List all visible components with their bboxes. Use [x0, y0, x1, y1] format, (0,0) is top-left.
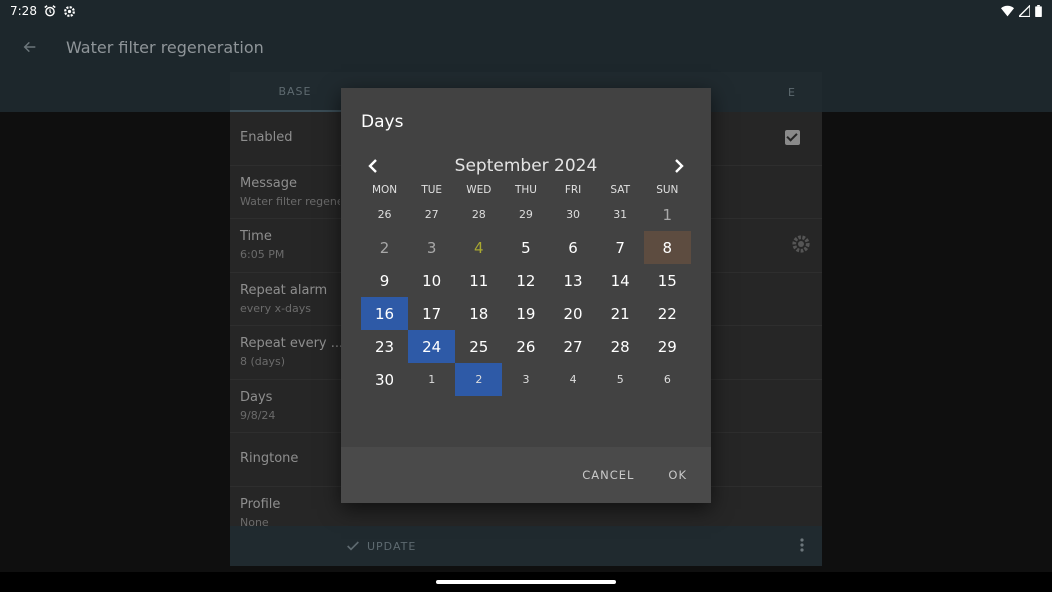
calendar-day[interactable]: 23	[361, 330, 408, 363]
update-label: UPDATE	[367, 539, 417, 553]
dialog-actions: CANCEL OK	[341, 447, 711, 503]
weekday-label: WED	[466, 184, 492, 196]
calendar-grid: 26 27 28 29 30 31 1 2 3 4 5 6 7 8 9 10 11 12 13 14 15 16 17 18 1…	[361, 198, 691, 396]
setting-value: every x-days	[240, 301, 312, 315]
chevron-left-icon	[368, 159, 377, 173]
setting-value: 9/8/24	[240, 408, 276, 422]
calendar-day[interactable]: 25	[455, 330, 502, 363]
calendar-day[interactable]: 4	[455, 231, 502, 264]
weekday-label: TUE	[421, 184, 443, 196]
settings-gear-icon	[64, 5, 75, 17]
calendar-day[interactable]: 6	[644, 363, 691, 396]
ok-button[interactable]: OK	[668, 468, 687, 482]
more-vert-icon	[800, 537, 804, 552]
calendar-day[interactable]: 6	[550, 231, 597, 264]
calendar-day[interactable]: 5	[597, 363, 644, 396]
calendar-day[interactable]: 2	[361, 231, 408, 264]
calendar-day[interactable]: 18	[455, 297, 502, 330]
calendar-week: 30 1 2 3 4 5 6	[361, 363, 691, 396]
back-button[interactable]	[0, 39, 60, 55]
calendar-day[interactable]: 31	[597, 198, 644, 231]
update-button[interactable]: UPDATE	[345, 538, 416, 554]
brightness-icon[interactable]	[792, 235, 810, 253]
calendar-day[interactable]: 21	[597, 297, 644, 330]
calendar-day[interactable]: 15	[644, 264, 691, 297]
alarm-clock-icon	[44, 5, 56, 17]
setting-value: 6:05 PM	[240, 248, 285, 261]
calendar-day[interactable]: 29	[644, 330, 691, 363]
calendar-day[interactable]: 10	[408, 264, 455, 297]
cellular-signal-icon	[1019, 5, 1030, 17]
calendar-week: 9 10 11 12 13 14 15	[361, 264, 691, 297]
page-title: Water filter regeneration	[66, 37, 264, 57]
calendar-day[interactable]: 17	[408, 297, 455, 330]
calendar-day[interactable]: 4	[550, 363, 597, 396]
next-month-button[interactable]	[667, 154, 691, 178]
calendar-day[interactable]: 28	[455, 198, 502, 231]
check-icon	[347, 541, 359, 551]
weekday-label: SAT	[610, 184, 631, 196]
calendar-day[interactable]: 19	[502, 297, 549, 330]
status-bar: 7:28	[0, 0, 1052, 22]
calendar-day[interactable]: 8	[643, 231, 691, 264]
weekday-label: SUN	[656, 184, 679, 196]
calendar-day[interactable]: 28	[597, 330, 644, 363]
calendar-day[interactable]: 27	[408, 198, 455, 231]
calendar-day[interactable]: 16	[361, 297, 409, 330]
calendar-day[interactable]: 24	[408, 330, 456, 363]
calendar-day[interactable]: 2	[455, 363, 503, 396]
chevron-right-icon	[675, 159, 684, 173]
calendar-day[interactable]: 11	[455, 264, 502, 297]
status-time: 7:28	[10, 4, 37, 18]
app-bar: Water filter regeneration	[0, 22, 1052, 72]
home-gesture-handle[interactable]	[436, 580, 616, 584]
calendar-week: 26 27 28 29 30 31 1	[361, 198, 691, 231]
calendar-day[interactable]: 26	[361, 198, 408, 231]
enabled-checkbox[interactable]	[785, 130, 800, 145]
calendar-day[interactable]: 29	[502, 198, 549, 231]
calendar-day[interactable]: 27	[550, 330, 597, 363]
calendar-day[interactable]: 14	[597, 264, 644, 297]
calendar-week: 23 24 25 26 27 28 29	[361, 330, 691, 363]
arrow-back-icon	[23, 41, 36, 53]
calendar-day[interactable]: 3	[502, 363, 549, 396]
calendar-day[interactable]: 20	[550, 297, 597, 330]
calendar-week: 16 17 18 19 20 21 22	[361, 297, 691, 330]
calendar-day[interactable]: 3	[408, 231, 455, 264]
calendar-day[interactable]: 30	[550, 198, 597, 231]
calendar-day[interactable]: 30	[361, 363, 408, 396]
setting-value: Water filter regenera	[240, 194, 340, 208]
month-label: September 2024	[454, 156, 598, 176]
calendar-day[interactable]: 13	[550, 264, 597, 297]
weekday-header: MON TUE WED THU FRI SAT SUN	[361, 184, 691, 196]
weekday-label: MON	[371, 184, 398, 196]
system-nav-bar	[0, 572, 1052, 592]
wifi-icon	[1001, 5, 1014, 17]
weekday-label: FRI	[564, 184, 582, 196]
days-picker-dialog: Days September 2024 MON TUE WED THU FRI …	[341, 88, 711, 503]
calendar-day[interactable]: 26	[502, 330, 549, 363]
month-navigation: September 2024	[361, 154, 691, 178]
more-options-button[interactable]	[800, 537, 804, 556]
calendar-week: 2345678	[361, 231, 691, 264]
dialog-title: Days	[361, 112, 404, 132]
battery-icon	[1035, 5, 1042, 17]
calendar-day[interactable]: 7	[597, 231, 644, 264]
bottom-action-bar: UPDATE	[230, 526, 822, 566]
cancel-button[interactable]: CANCEL	[582, 468, 634, 482]
previous-month-button[interactable]	[361, 154, 385, 178]
calendar-day[interactable]: 1	[644, 198, 691, 231]
tab-second[interactable]: E	[762, 86, 822, 99]
calendar-day[interactable]: 5	[502, 231, 549, 264]
calendar-day[interactable]: 12	[502, 264, 549, 297]
calendar-day[interactable]: 9	[361, 264, 408, 297]
calendar-day[interactable]: 22	[644, 297, 691, 330]
weekday-label: THU	[514, 184, 537, 196]
calendar-day[interactable]: 1	[408, 363, 455, 396]
setting-value: 8 (days)	[240, 355, 286, 368]
